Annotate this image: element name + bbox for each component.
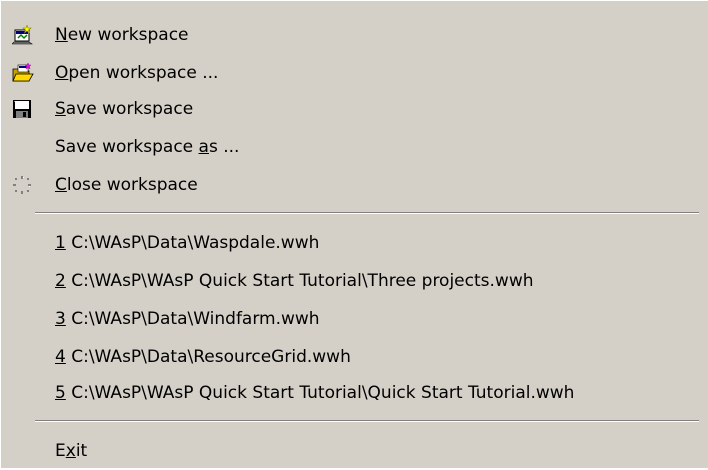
recent-file-label: 2 C:\WAsP\WAsP Quick Start Tutorial\Thre… [55,271,534,291]
recent-file-item[interactable]: 3 C:\WAsP\Data\Windfarm.wwh [1,300,707,338]
close-workspace-icon [12,175,32,195]
menu-item-label: New workspace [55,25,189,45]
open-folder-icon [12,63,34,83]
menu-item-save-workspace-as[interactable]: Save workspace as ... [1,128,707,166]
menu-item-label: Open workspace ... [55,63,219,83]
floppy-disk-icon [12,99,32,119]
file-menu: New workspace Open workspace ... Save wo… [0,0,708,468]
recent-file-item[interactable]: 5 C:\WAsP\WAsP Quick Start Tutorial\Quic… [1,374,707,412]
recent-file-label: 4 C:\WAsP\Data\ResourceGrid.wwh [55,347,351,367]
recent-file-item[interactable]: 2 C:\WAsP\WAsP Quick Start Tutorial\Thre… [1,262,707,300]
menu-item-close-workspace[interactable]: Close workspace [1,166,707,204]
menu-item-label: Save workspace as ... [55,137,240,157]
menu-separator [35,420,699,422]
recent-file-label: 3 C:\WAsP\Data\Windfarm.wwh [55,309,320,329]
menu-item-open-workspace[interactable]: Open workspace ... [1,54,707,92]
new-workspace-icon [12,25,33,45]
recent-file-item[interactable]: 4 C:\WAsP\Data\ResourceGrid.wwh [1,338,707,376]
menu-item-label: Save workspace [55,99,194,119]
menu-item-new-workspace[interactable]: New workspace [1,16,707,54]
menu-item-save-workspace[interactable]: Save workspace [1,90,707,128]
menu-item-label: Close workspace [55,175,198,195]
menu-item-label: Exit [55,441,88,461]
recent-file-label: 1 C:\WAsP\Data\Waspdale.wwh [55,233,320,253]
menu-separator [35,212,699,214]
recent-file-item[interactable]: 1 C:\WAsP\Data\Waspdale.wwh [1,224,707,262]
recent-file-label: 5 C:\WAsP\WAsP Quick Start Tutorial\Quic… [55,383,575,403]
menu-item-exit[interactable]: Exit [1,432,707,470]
